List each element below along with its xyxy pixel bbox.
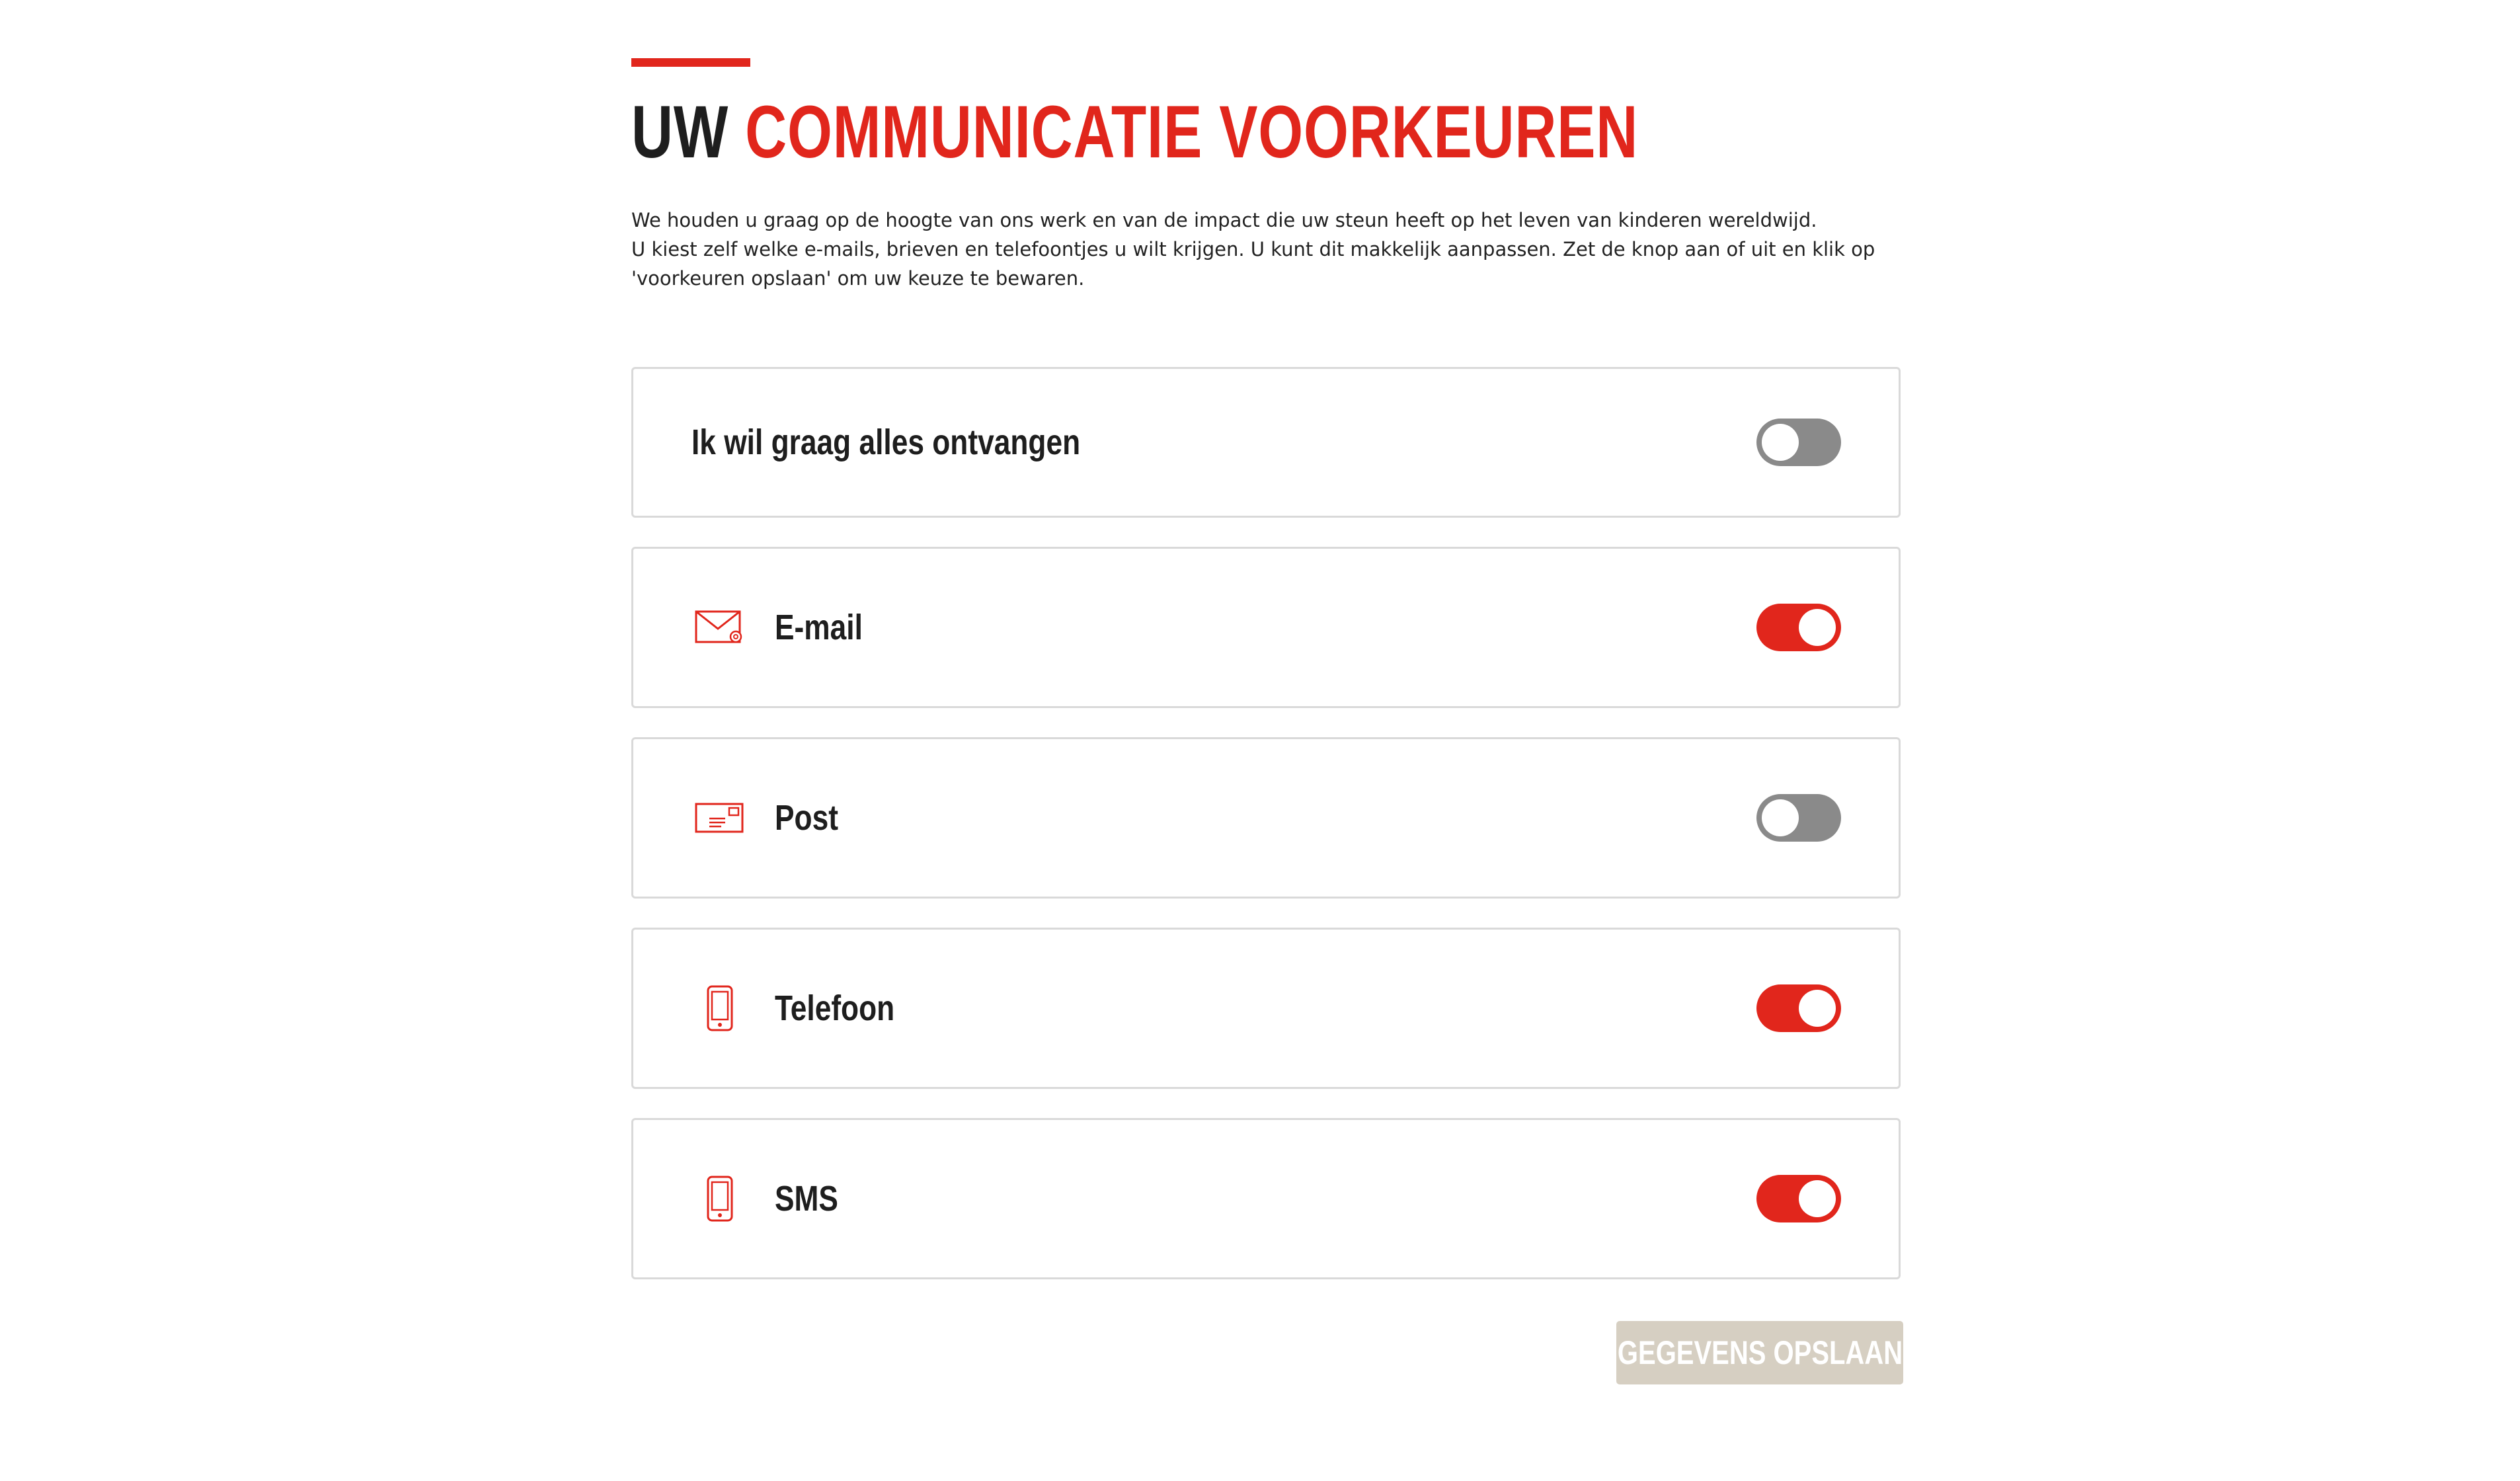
phone-icon <box>695 1174 745 1224</box>
save-button-label: GEGEVENS OPSLAAN <box>1617 1334 1903 1371</box>
toggle-email[interactable] <box>1756 603 1841 651</box>
toggle-all[interactable] <box>1756 418 1841 466</box>
intro-text: We houden u graag op de hoogte van ons w… <box>631 206 1901 293</box>
toggle-telefoon[interactable] <box>1756 984 1841 1032</box>
preference-card-email: E-mail <box>631 546 1901 708</box>
preference-label-email: E-mail <box>775 607 863 647</box>
page-title-part2: COMMUNICATIE VOORKEUREN <box>745 91 1639 173</box>
preference-label-all: Ik wil graag alles ontvangen <box>691 422 1081 462</box>
page-title: UW COMMUNICATIE VOORKEUREN <box>631 90 1637 175</box>
toggle-sms[interactable] <box>1756 1174 1841 1222</box>
toggle-knob <box>1762 799 1799 836</box>
preference-card-sms: SMS <box>631 1117 1901 1279</box>
preference-label-telefoon: Telefoon <box>775 988 895 1028</box>
preference-label-sms: SMS <box>775 1178 838 1219</box>
intro-line-1: We houden u graag op de hoogte van ons w… <box>631 208 1817 231</box>
preferences-page: UW COMMUNICATIE VOORKEUREN We houden u g… <box>631 58 1903 1384</box>
phone-icon <box>695 983 745 1033</box>
page-title-part1: UW <box>631 91 729 173</box>
toggle-knob <box>1762 423 1799 461</box>
preference-card-all: Ik wil graag alles ontvangen <box>631 366 1901 518</box>
toggle-post[interactable] <box>1756 793 1841 842</box>
intro-line-2: U kiest zelf welke e-mails, brieven en t… <box>631 237 1875 290</box>
preferences-list: Ik wil graag alles ontvangen E-mail Post… <box>631 366 1901 1279</box>
title-accent-bar <box>631 58 750 67</box>
envelope-icon <box>695 602 745 653</box>
toggle-knob <box>1799 608 1836 646</box>
toggle-knob <box>1799 989 1836 1027</box>
preference-card-telefoon: Telefoon <box>631 927 1901 1089</box>
preference-label-post: Post <box>775 797 838 838</box>
toggle-knob <box>1799 1180 1836 1217</box>
letter-icon <box>695 793 745 843</box>
save-button[interactable]: GEGEVENS OPSLAAN <box>1616 1321 1903 1384</box>
preference-card-post: Post <box>631 737 1901 899</box>
